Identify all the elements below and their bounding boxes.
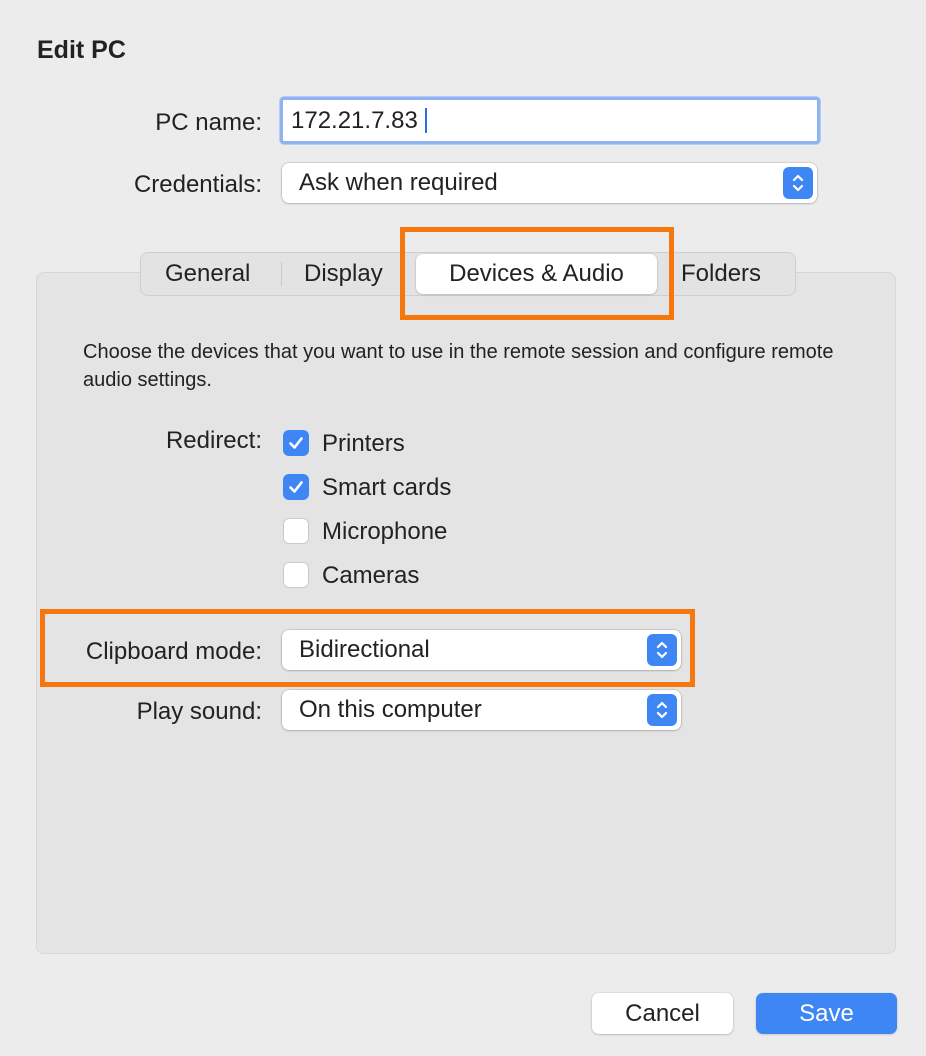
updown-chevron-icon [783,167,813,199]
smart-cards-checkbox[interactable] [283,474,309,500]
play-sound-value: On this computer [299,696,482,723]
pc-name-label: PC name: [155,109,262,136]
microphone-checkbox[interactable] [283,518,309,544]
tab-display[interactable]: Display [304,260,383,288]
clipboard-highlight-box [40,609,695,687]
tab-general[interactable]: General [165,260,250,288]
cameras-checkbox[interactable] [283,562,309,588]
pc-name-input[interactable] [283,100,817,141]
pc-name-field[interactable] [280,97,820,144]
save-button[interactable]: Save [756,993,897,1034]
tab-highlight-box [400,227,674,320]
microphone-label: Microphone [322,518,448,545]
printers-checkbox[interactable] [283,430,309,456]
checkmark-icon [289,481,303,493]
credentials-value: Ask when required [299,169,498,196]
tab-description: Choose the devices that you want to use … [83,341,834,391]
cancel-button[interactable]: Cancel [592,993,733,1034]
text-caret [425,108,427,133]
tab-separator [281,262,282,286]
tab-folders[interactable]: Folders [681,260,761,288]
credentials-popup[interactable]: Ask when required [282,163,817,203]
updown-chevron-icon [647,694,677,726]
credentials-label: Credentials: [133,171,262,198]
smart-cards-label: Smart cards [322,474,452,501]
cameras-label: Cameras [322,562,420,589]
window-title: Edit PC [37,36,126,64]
printers-label: Printers [322,430,405,457]
checkmark-icon [289,437,303,449]
redirect-label: Redirect: [165,427,262,454]
play-sound-label: Play sound: [136,698,262,725]
play-sound-popup[interactable]: On this computer [282,690,681,730]
